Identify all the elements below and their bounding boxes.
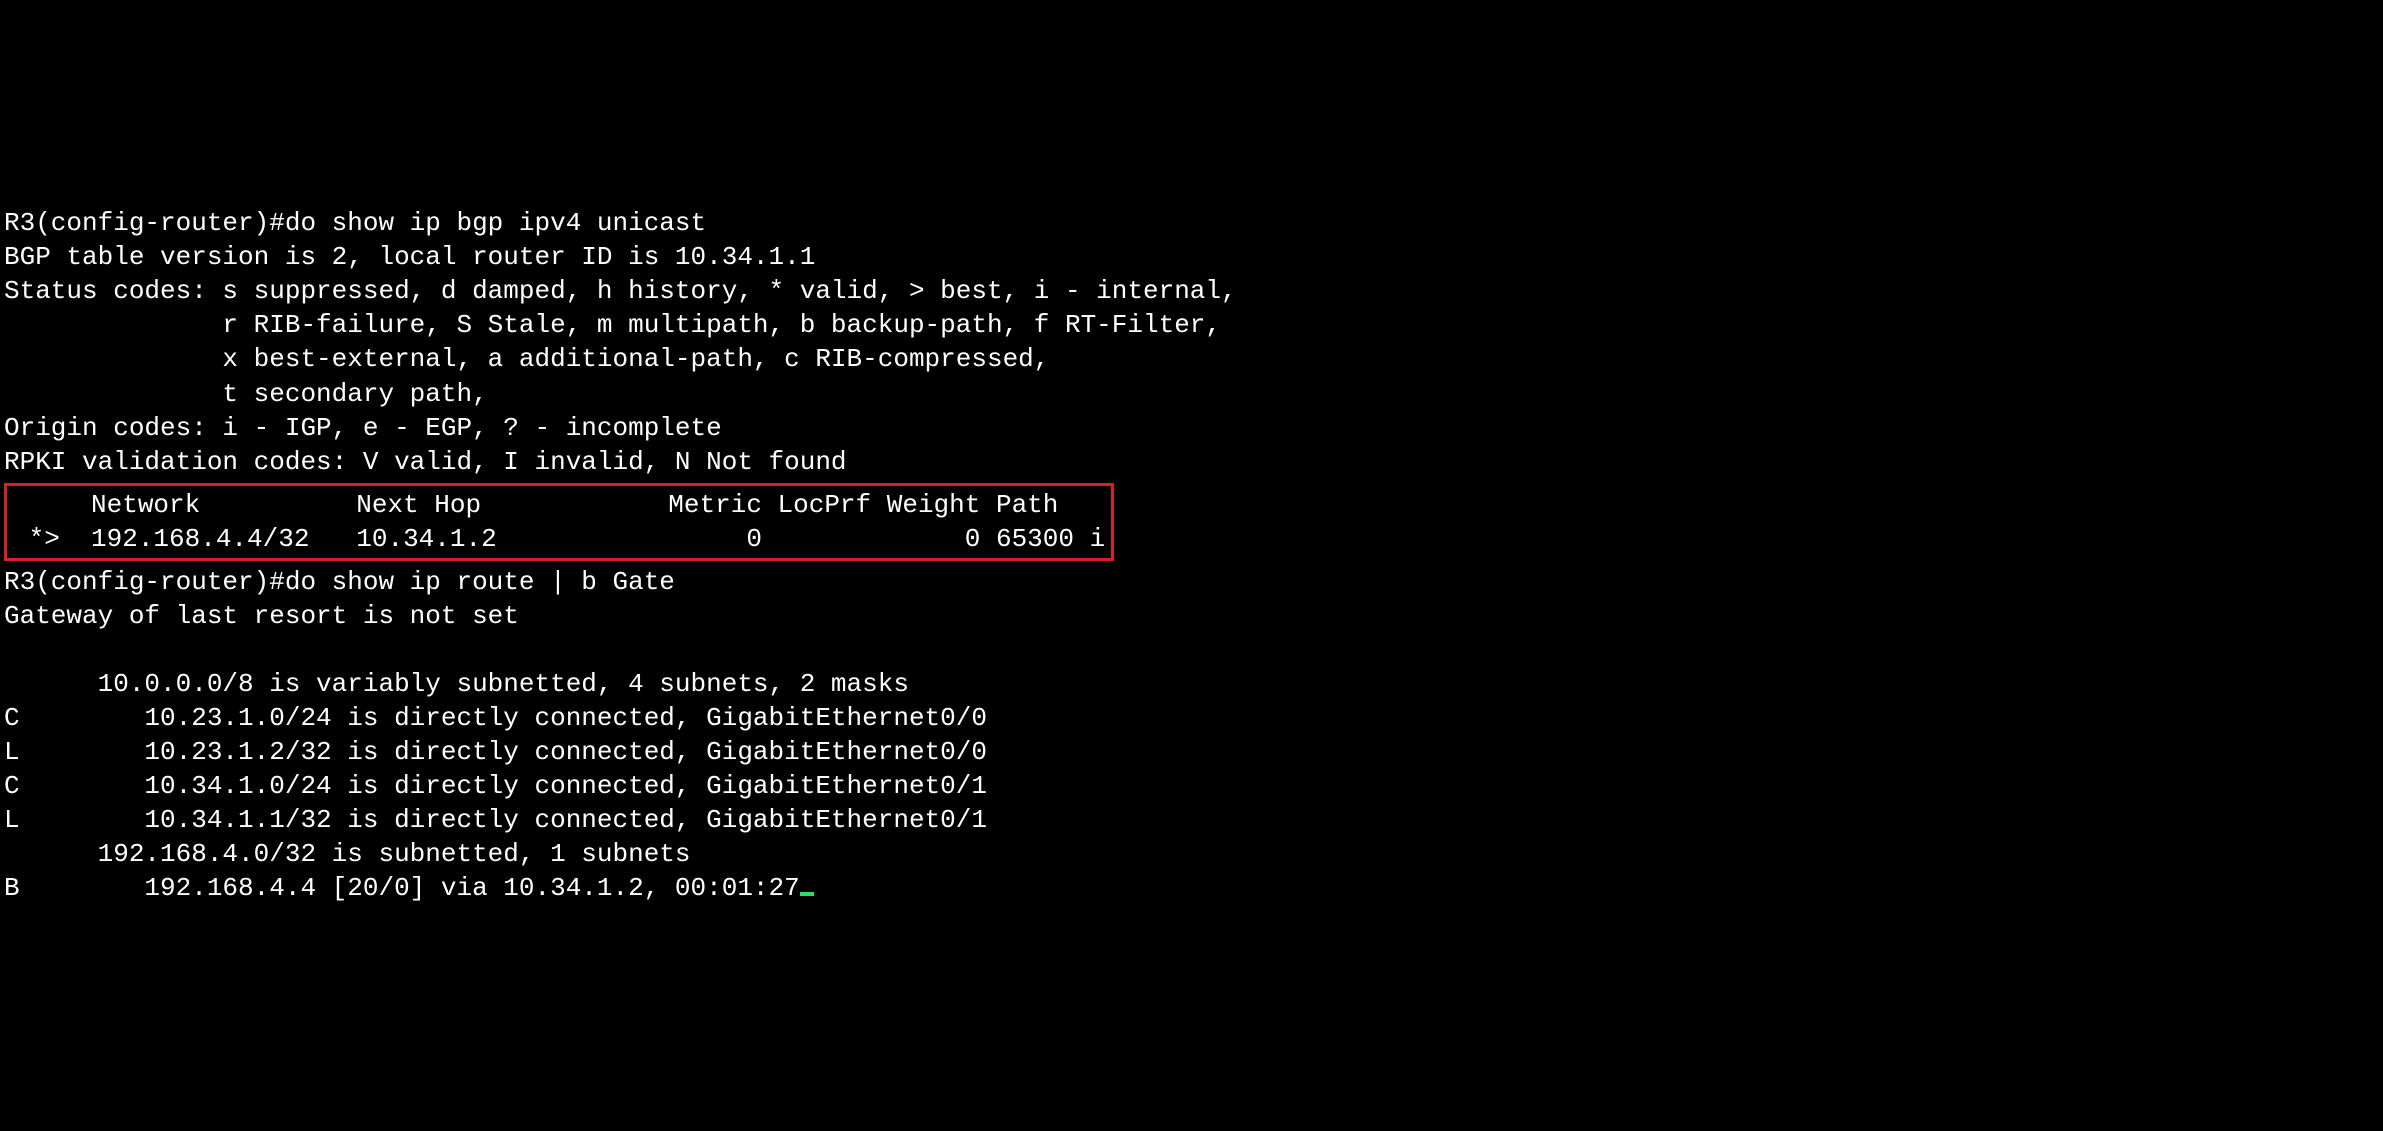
status-codes-line: Status codes: s suppressed, d damped, h … [4,276,1237,306]
route-summary-line: 192.168.4.0/32 is subnetted, 1 subnets [4,839,691,869]
bgp-summary-line: BGP table version is 2, local router ID … [4,242,815,272]
route-entry-line: L 10.23.1.2/32 is directly connected, Gi… [4,737,987,767]
bgp-table-header: Network Next Hop Metric LocPrf Weight Pa… [13,490,1058,520]
terminal-cursor [800,892,814,897]
bgp-table-highlight: Network Next Hop Metric LocPrf Weight Pa… [4,483,1114,561]
route-entry-line: C 10.23.1.0/24 is directly connected, Gi… [4,703,987,733]
status-codes-line: x best-external, a additional-path, c RI… [4,344,1049,374]
bgp-table-row: *> 192.168.4.4/32 10.34.1.2 0 0 65300 i [13,524,1105,554]
gateway-line: Gateway of last resort is not set [4,601,519,631]
route-summary-line: 10.0.0.0/8 is variably subnetted, 4 subn… [4,669,909,699]
cli-command-line: R3(config-router)#do show ip route | b G… [4,567,675,597]
cli-command-line: R3(config-router)#do show ip bgp ipv4 un… [4,208,706,238]
route-entry-line: B 192.168.4.4 [20/0] via 10.34.1.2, 00:0… [4,873,800,903]
origin-codes-line: Origin codes: i - IGP, e - EGP, ? - inco… [4,413,722,443]
terminal-output: R3(config-router)#do show ip bgp ipv4 un… [0,170,2383,907]
route-entry-line: L 10.34.1.1/32 is directly connected, Gi… [4,805,987,835]
route-entry-line: C 10.34.1.0/24 is directly connected, Gi… [4,771,987,801]
status-codes-line: t secondary path, [4,379,488,409]
status-codes-line: r RIB-failure, S Stale, m multipath, b b… [4,310,1221,340]
rpki-codes-line: RPKI validation codes: V valid, I invali… [4,447,847,477]
